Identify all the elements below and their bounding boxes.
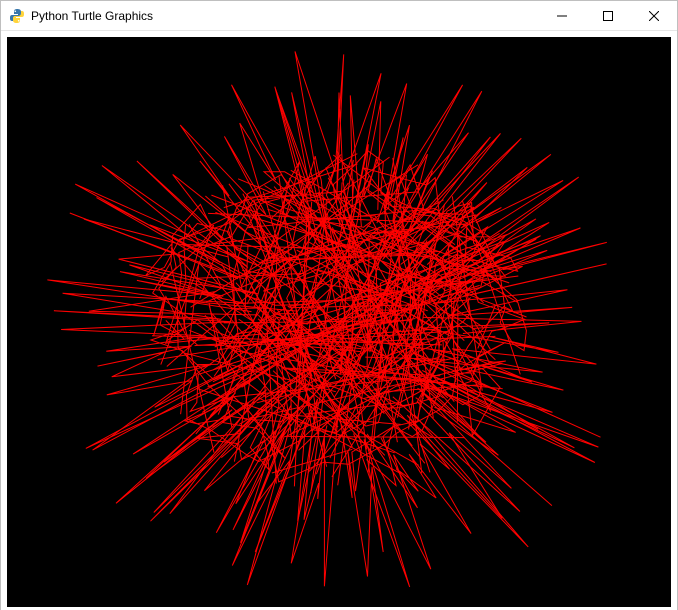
minimize-button[interactable]	[539, 1, 585, 31]
turtle-canvas	[7, 37, 671, 607]
minimize-icon	[557, 11, 567, 21]
maximize-icon	[603, 11, 613, 21]
maximize-button[interactable]	[585, 1, 631, 31]
canvas-area	[1, 31, 677, 610]
python-turtle-icon	[9, 8, 25, 24]
app-window: Python Turtle Graphics	[0, 0, 678, 610]
close-icon	[649, 11, 659, 21]
close-button[interactable]	[631, 1, 677, 31]
window-controls	[539, 1, 677, 30]
titlebar[interactable]: Python Turtle Graphics	[1, 1, 677, 31]
window-title: Python Turtle Graphics	[31, 9, 153, 23]
